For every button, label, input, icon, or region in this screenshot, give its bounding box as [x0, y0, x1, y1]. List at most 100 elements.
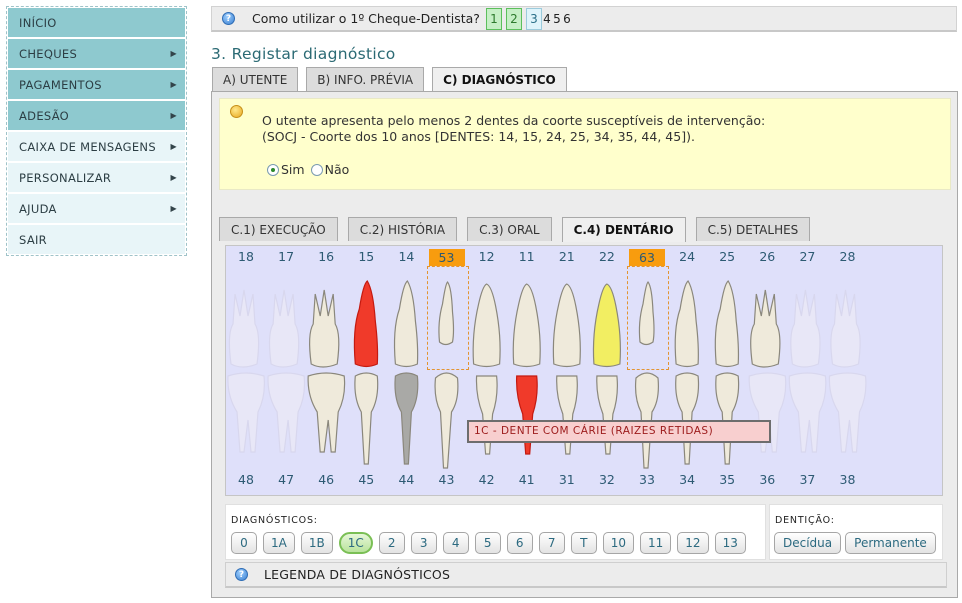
sidebar-item-cheques[interactable]: CHEQUES ▶: [8, 39, 185, 68]
diagnostic-button-4[interactable]: 4: [442, 532, 469, 554]
tooth-35[interactable]: [715, 372, 740, 465]
tooth-number-34[interactable]: 34: [669, 472, 705, 487]
tooth-28[interactable]: [830, 289, 861, 368]
tooth-11[interactable]: [512, 283, 541, 368]
sidebar-item-inicio[interactable]: INÍCIO: [8, 8, 185, 37]
diagnostic-button-3[interactable]: 3: [410, 532, 437, 554]
diagnostic-button-11[interactable]: 11: [640, 532, 672, 554]
tooth-number-41[interactable]: 41: [509, 472, 545, 487]
diagnostic-button-1c[interactable]: 1C: [338, 532, 373, 554]
tooth-number-27[interactable]: 27: [789, 249, 825, 264]
tooth-21[interactable]: [552, 283, 581, 368]
tab-b-info-previa[interactable]: B) INFO. PRÉVIA: [306, 67, 425, 91]
step-3[interactable]: 3: [525, 7, 542, 30]
tooth-14[interactable]: [393, 280, 419, 368]
diagnostic-button-1b[interactable]: 1B: [300, 532, 333, 554]
sidebar-item-caixa-de-mensagens[interactable]: CAIXA DE MENSAGENS ▶: [8, 132, 185, 161]
tooth-38[interactable]: [828, 372, 867, 453]
tooth-22[interactable]: [592, 283, 621, 368]
tooth-44[interactable]: [394, 372, 419, 465]
tooth-34[interactable]: [675, 372, 700, 465]
tooth-26[interactable]: [750, 289, 781, 368]
tooth-27[interactable]: [790, 289, 821, 368]
tooth-number-42[interactable]: 42: [469, 472, 505, 487]
diagnostic-button-5[interactable]: 5: [474, 532, 501, 554]
help-link[interactable]: Como utilizar o 1º Cheque-Dentista?: [252, 11, 480, 26]
diagnostic-button-13[interactable]: 13: [714, 532, 746, 554]
tooth-number-17[interactable]: 17: [268, 249, 304, 264]
sidebar-item-adesao[interactable]: ADESÃO ▶: [8, 101, 185, 130]
tooth-25[interactable]: [714, 280, 740, 368]
tooth-number-28[interactable]: 28: [830, 249, 866, 264]
tooth-number-12[interactable]: 12: [469, 249, 505, 264]
tooth-number-33[interactable]: 33: [629, 472, 665, 487]
radio-não[interactable]: [310, 163, 323, 176]
tooth-47[interactable]: [267, 372, 306, 453]
tooth-number-24[interactable]: 24: [669, 249, 705, 264]
tooth-number-14[interactable]: 14: [388, 249, 424, 264]
subtab-c-4-dentario[interactable]: C.4) DENTÁRIO: [561, 217, 686, 242]
tooth-48[interactable]: [227, 372, 265, 453]
tooth-15[interactable]: [353, 280, 379, 368]
tooth-number-63[interactable]: 63: [629, 249, 665, 266]
help-icon[interactable]: ?: [222, 12, 235, 25]
sidebar-item-pagamentos[interactable]: PAGAMENTOS ▶: [8, 70, 185, 99]
tooth-number-47[interactable]: 47: [268, 472, 304, 487]
dentition-button-permanente[interactable]: Permanente: [845, 532, 936, 554]
subtab-c-3-oral[interactable]: C.3) ORAL: [467, 217, 552, 241]
tooth-number-31[interactable]: 31: [549, 472, 585, 487]
tooth-17[interactable]: [268, 289, 300, 368]
tooth-number-32[interactable]: 32: [589, 472, 625, 487]
step-5[interactable]: 5: [552, 8, 562, 30]
tooth-number-45[interactable]: 45: [348, 472, 384, 487]
legend-toggle[interactable]: ? LEGENDA DE DIAGNÓSTICOS: [225, 562, 947, 588]
sidebar-item-ajuda[interactable]: AJUDA ▶: [8, 194, 185, 223]
tooth-46[interactable]: [307, 372, 346, 453]
step-4[interactable]: 4: [542, 8, 552, 30]
tooth-45[interactable]: [354, 372, 379, 465]
tooth-number-46[interactable]: 46: [308, 472, 344, 487]
tooth-number-35[interactable]: 35: [709, 472, 745, 487]
dentition-button-decidua[interactable]: Decídua: [774, 532, 842, 554]
diagnostic-button-0[interactable]: 0: [231, 532, 257, 554]
sidebar-item-sair[interactable]: SAIR: [8, 225, 185, 254]
diagnostic-button-1a[interactable]: 1A: [263, 532, 295, 554]
tooth-number-53[interactable]: 53: [428, 249, 465, 266]
diagnostic-button-12[interactable]: 12: [677, 532, 709, 554]
tooth-number-21[interactable]: 21: [549, 249, 585, 264]
tooth-number-38[interactable]: 38: [830, 472, 866, 487]
subtab-c-5-detalhes[interactable]: C.5) DETALHES: [695, 217, 811, 241]
tooth-24[interactable]: [674, 280, 699, 368]
tooth-37[interactable]: [788, 372, 827, 453]
tooth-number-26[interactable]: 26: [749, 249, 785, 264]
tooth-number-37[interactable]: 37: [789, 472, 825, 487]
tab-a-utente[interactable]: A) UTENTE: [212, 67, 299, 91]
tooth-number-48[interactable]: 48: [228, 472, 264, 487]
tooth-number-25[interactable]: 25: [709, 249, 745, 264]
tooth-number-36[interactable]: 36: [749, 472, 785, 487]
subtab-c-2-historia[interactable]: C.2) HISTÓRIA: [347, 217, 458, 241]
diagnostic-button-10[interactable]: 10: [602, 532, 635, 554]
diagnostic-button-2[interactable]: 2: [378, 532, 405, 554]
step-1[interactable]: 1: [485, 7, 502, 30]
tooth-number-15[interactable]: 15: [348, 249, 384, 264]
tab-c-diagnostico[interactable]: C) DIAGNÓSTICO: [432, 67, 567, 92]
tooth-number-43[interactable]: 43: [429, 472, 465, 487]
tooth-number-22[interactable]: 22: [589, 249, 625, 264]
tooth-number-11[interactable]: 11: [509, 249, 545, 264]
step-2[interactable]: 2: [505, 7, 522, 30]
radio-sim[interactable]: [267, 163, 279, 176]
subtab-c-1-execucao[interactable]: C.1) EXECUÇÃO: [219, 217, 338, 241]
tooth-18[interactable]: [228, 289, 260, 368]
diagnostic-button-7[interactable]: 7: [538, 532, 565, 554]
tooth-number-16[interactable]: 16: [308, 249, 344, 264]
tooth-43[interactable]: [434, 372, 459, 469]
diagnostic-button-6[interactable]: 6: [506, 532, 533, 554]
step-6[interactable]: 6: [562, 8, 572, 30]
tooth-12[interactable]: [472, 283, 501, 368]
tooth-number-44[interactable]: 44: [388, 472, 424, 487]
tooth-16[interactable]: [309, 289, 340, 368]
sidebar-item-personalizar[interactable]: PERSONALIZAR ▶: [8, 163, 185, 192]
diagnostic-button-t[interactable]: T: [570, 532, 597, 554]
tooth-number-18[interactable]: 18: [228, 249, 264, 264]
